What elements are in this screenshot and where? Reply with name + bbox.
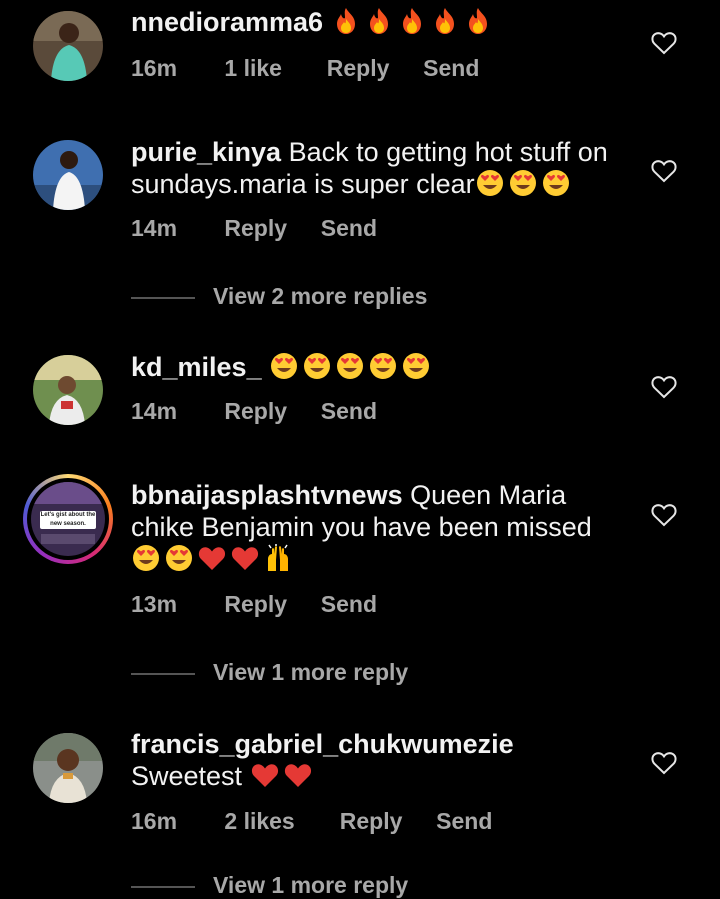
divider-line <box>131 672 195 675</box>
reply-button[interactable]: Reply <box>327 55 417 82</box>
fire-emoji-icon <box>463 6 493 36</box>
red-heart-emoji-icon <box>230 543 260 573</box>
like-button[interactable] <box>651 751 677 775</box>
like-button[interactable] <box>651 31 677 55</box>
avatar: Let's gist about the new season. <box>31 482 105 556</box>
send-button[interactable]: Send <box>321 398 377 425</box>
divider-line <box>131 885 195 888</box>
raising-hands-emoji-icon <box>263 543 293 573</box>
heart-outline-icon <box>651 752 677 775</box>
username-link[interactable]: nnedioramma6 <box>131 7 323 37</box>
avatar-caption: Let's gist about the new season. <box>40 511 96 529</box>
fire-emoji-icon <box>331 6 361 36</box>
reply-button[interactable]: Reply <box>340 808 430 835</box>
view-replies-button[interactable]: View 2 more replies <box>131 283 427 310</box>
view-replies-label: View 1 more reply <box>213 659 409 685</box>
send-button[interactable]: Send <box>423 55 479 82</box>
heart-eyes-emoji-icon <box>508 168 538 198</box>
comment-emojis <box>250 761 316 791</box>
reply-button[interactable]: Reply <box>224 398 314 425</box>
reply-button[interactable]: Reply <box>224 215 314 242</box>
comment-time: 14m <box>131 398 178 424</box>
view-replies-label: View 1 more reply <box>213 872 409 898</box>
like-button[interactable] <box>651 503 677 527</box>
comment-text: Sweetest <box>131 761 243 791</box>
username-link[interactable]: bbnaijasplashtvnews <box>131 480 403 510</box>
username-link[interactable]: purie_kinya <box>131 137 281 167</box>
comment-emojis <box>269 352 434 382</box>
comment-time: 13m <box>131 591 178 617</box>
heart-outline-icon <box>651 32 677 55</box>
username-link[interactable]: francis_gabriel_chukwumezie <box>131 729 514 759</box>
heart-eyes-emoji-icon <box>401 351 431 381</box>
username-link[interactable]: kd_miles_ <box>131 352 262 382</box>
heart-eyes-emoji-icon <box>164 543 194 573</box>
story-ring[interactable]: Let's gist about the new season. <box>23 474 113 564</box>
avatar[interactable] <box>33 140 103 210</box>
comment-emojis <box>131 544 296 574</box>
heart-eyes-emoji-icon <box>131 543 161 573</box>
send-button[interactable]: Send <box>321 215 377 242</box>
fire-emoji-icon <box>364 6 394 36</box>
user-avatar-icon <box>33 355 103 425</box>
heart-eyes-emoji-icon <box>269 351 299 381</box>
comment-emojis <box>475 169 574 199</box>
avatar[interactable] <box>33 733 103 803</box>
likes-count[interactable]: 2 likes <box>224 808 333 835</box>
heart-eyes-emoji-icon <box>368 351 398 381</box>
like-button[interactable] <box>651 159 677 183</box>
user-avatar-icon <box>33 140 103 210</box>
divider-line <box>131 296 195 299</box>
heart-eyes-emoji-icon <box>541 168 571 198</box>
heart-outline-icon <box>651 504 677 527</box>
fire-emoji-icon <box>430 6 460 36</box>
user-avatar-icon <box>33 733 103 803</box>
red-heart-emoji-icon <box>283 760 313 790</box>
likes-count[interactable]: 1 like <box>224 55 320 82</box>
send-button[interactable]: Send <box>436 808 492 835</box>
heart-eyes-emoji-icon <box>335 351 365 381</box>
red-heart-emoji-icon <box>250 760 280 790</box>
avatar[interactable] <box>33 11 103 81</box>
reply-button[interactable]: Reply <box>224 591 314 618</box>
comment-time: 14m <box>131 215 178 241</box>
view-replies-label: View 2 more replies <box>213 283 428 309</box>
fire-emoji-icon <box>397 6 427 36</box>
comment-time: 16m <box>131 808 178 834</box>
heart-outline-icon <box>651 160 677 183</box>
view-replies-button[interactable]: View 1 more reply <box>131 659 408 686</box>
like-button[interactable] <box>651 375 677 399</box>
comment-emojis <box>331 7 496 37</box>
heart-eyes-emoji-icon <box>302 351 332 381</box>
avatar[interactable] <box>33 355 103 425</box>
user-avatar-icon <box>33 11 103 81</box>
comment-time: 16m <box>131 55 178 81</box>
heart-eyes-emoji-icon <box>475 168 505 198</box>
send-button[interactable]: Send <box>321 591 377 618</box>
red-heart-emoji-icon <box>197 543 227 573</box>
view-replies-button[interactable]: View 1 more reply <box>131 872 408 899</box>
heart-outline-icon <box>651 376 677 399</box>
